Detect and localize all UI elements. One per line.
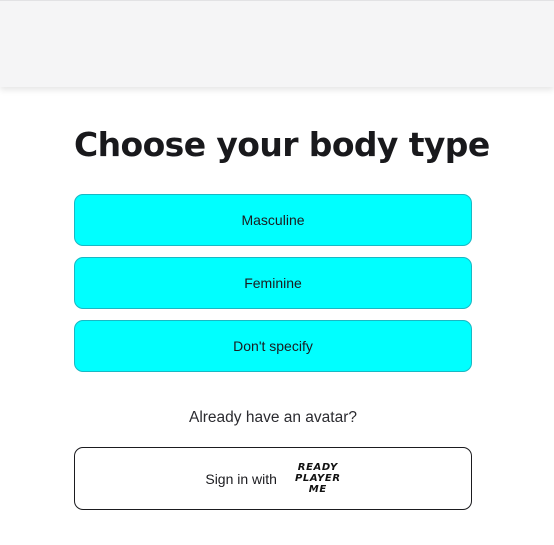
- logo-line-player: PLAYER: [294, 473, 341, 484]
- top-bar: [0, 0, 554, 87]
- sign-in-label: Sign in with: [205, 470, 277, 487]
- masculine-label: Masculine: [241, 212, 305, 228]
- masculine-button[interactable]: Masculine: [74, 194, 472, 246]
- ready-player-me-logo: READY PLAYER ME: [295, 462, 341, 495]
- existing-avatar-prompt: Already have an avatar?: [188, 409, 358, 426]
- dont-specify-button[interactable]: Don't specify: [74, 320, 472, 372]
- feminine-button[interactable]: Feminine: [74, 257, 472, 309]
- dont-specify-label: Don't specify: [233, 338, 313, 354]
- page-title: Choose your body type: [74, 125, 490, 164]
- sign-in-button[interactable]: Sign in with READY PLAYER ME: [74, 447, 472, 510]
- feminine-label: Feminine: [244, 275, 302, 291]
- main-content: Choose your body type Masculine Feminine…: [74, 120, 490, 510]
- body-type-options: Masculine Feminine Don't specify: [74, 194, 472, 372]
- logo-line-me: ME: [308, 484, 327, 495]
- logo-line-ready: READY: [297, 462, 338, 473]
